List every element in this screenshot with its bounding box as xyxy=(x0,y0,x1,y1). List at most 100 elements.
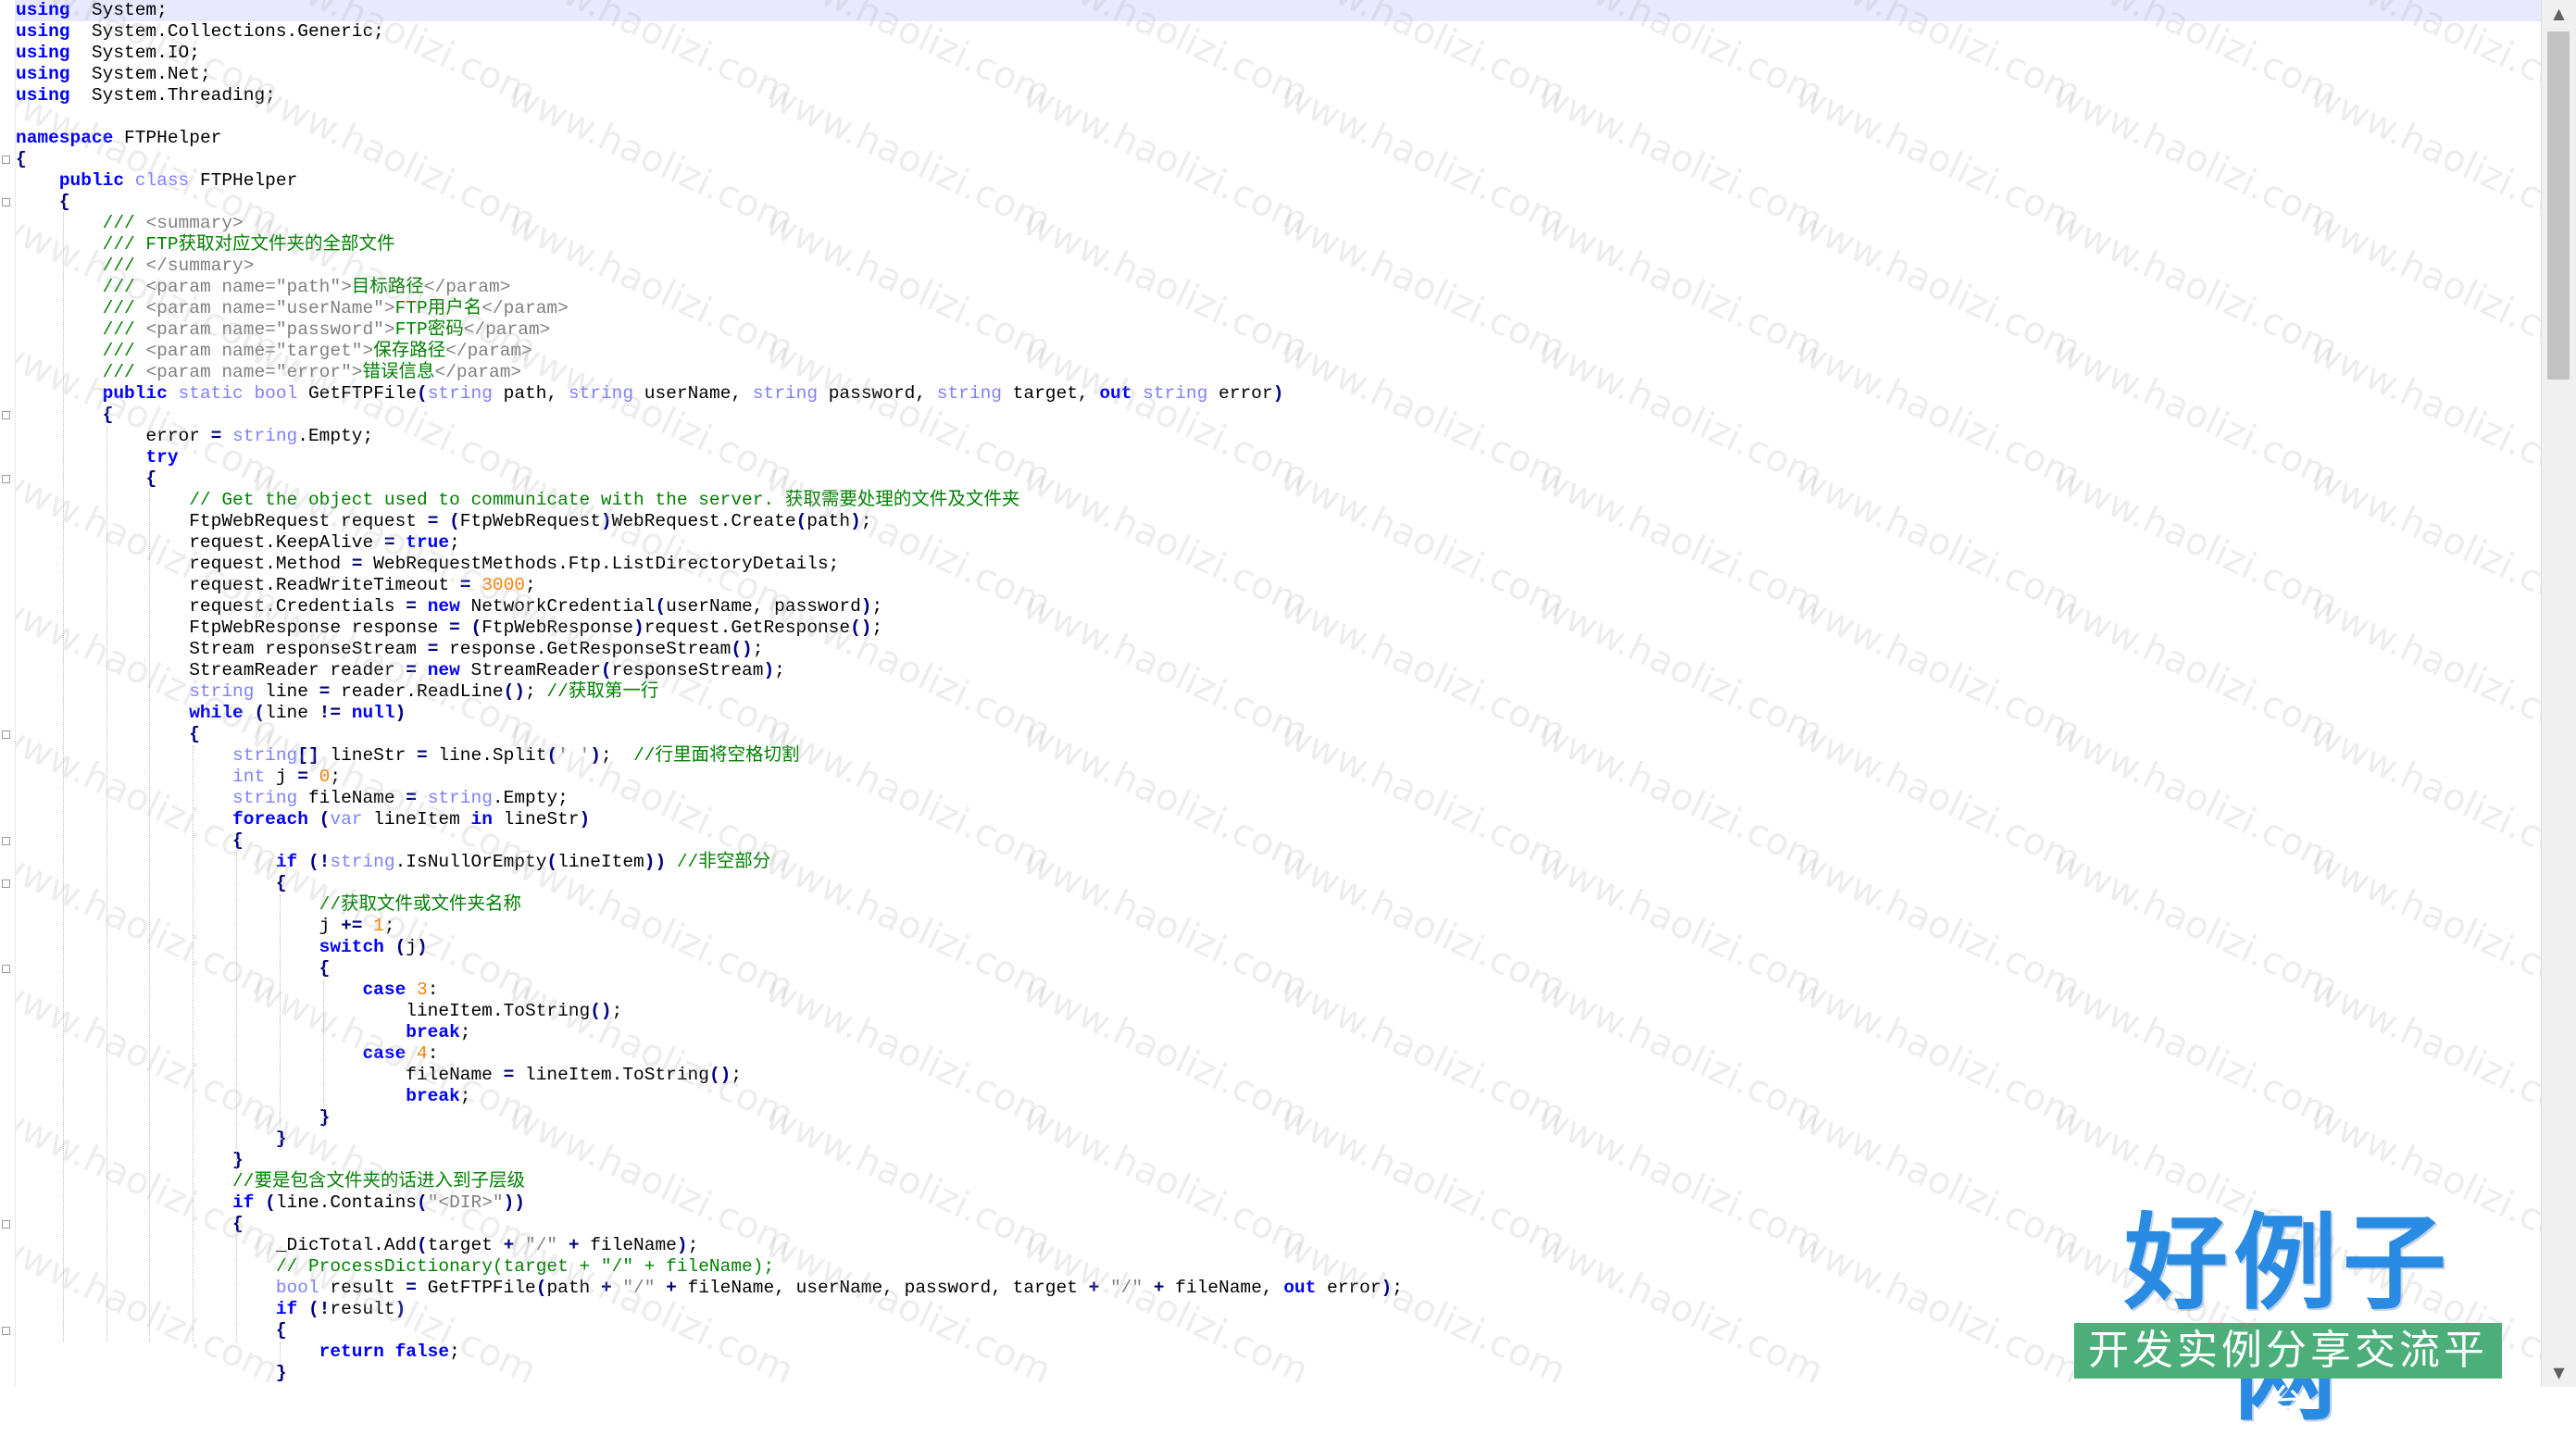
fold-margin[interactable] xyxy=(0,0,16,1387)
code-line[interactable]: string line = reader.ReadLine(); //获取第一行 xyxy=(16,681,2542,703)
scroll-up-arrow-icon[interactable]: ▲ xyxy=(2542,0,2576,28)
code-token: try xyxy=(145,447,179,468)
code-line[interactable]: error = string.Empty; xyxy=(16,426,2542,447)
code-line[interactable]: { xyxy=(16,192,2542,213)
fold-toggle-icon[interactable] xyxy=(2,198,10,206)
code-line[interactable]: string[] lineStr = line.Split(' '); //行里… xyxy=(16,745,2542,767)
fold-toggle-icon[interactable] xyxy=(2,730,10,739)
fold-toggle-icon[interactable] xyxy=(2,475,10,483)
code-line[interactable]: //获取文件或文件夹名称 xyxy=(16,894,2542,916)
code-line[interactable]: using System.Net; xyxy=(16,64,2542,85)
code-token: ) xyxy=(1381,1278,1393,1298)
code-line[interactable]: break; xyxy=(16,1022,2542,1043)
code-token: _DicTotal.Add xyxy=(16,1235,417,1255)
code-line[interactable]: /// <param name="error">错误信息</param> xyxy=(16,362,2542,383)
code-line[interactable]: /// <summary> xyxy=(16,213,2542,234)
code-token: )) xyxy=(503,1192,526,1213)
code-token: fileName xyxy=(16,1065,504,1085)
code-line[interactable]: try xyxy=(16,447,2542,468)
code-line[interactable]: using System.Collections.Generic; xyxy=(16,21,2542,43)
code-line[interactable]: case 4: xyxy=(16,1043,2542,1065)
fold-toggle-icon[interactable] xyxy=(2,156,10,164)
code-line[interactable]: request.Method = WebRequestMethods.Ftp.L… xyxy=(16,554,2542,575)
code-line[interactable]: /// <param name="password">FTP密码</param> xyxy=(16,319,2542,341)
code-line[interactable]: string fileName = string.Empty; xyxy=(16,788,2542,809)
code-token: ; xyxy=(687,1235,699,1255)
code-line[interactable]: if (!string.IsNullOrEmpty(lineItem)) //非… xyxy=(16,852,2542,873)
code-line[interactable]: //要是包含文件夹的话进入到子层级 xyxy=(16,1171,2542,1192)
code-line[interactable]: { xyxy=(16,468,2542,490)
code-line[interactable]: namespace FTPHelper xyxy=(16,128,2542,149)
code-line[interactable]: { xyxy=(16,830,2542,852)
code-line[interactable]: using System.IO; xyxy=(16,43,2542,64)
code-line[interactable]: case 3: xyxy=(16,980,2542,1001)
code-line[interactable]: Stream responseStream = response.GetResp… xyxy=(16,639,2542,660)
code-line[interactable]: } xyxy=(16,1129,2542,1150)
code-line[interactable]: request.ReadWriteTimeout = 3000; xyxy=(16,575,2542,596)
code-line[interactable]: // Get the object used to communicate wi… xyxy=(16,490,2542,511)
code-line[interactable]: FtpWebRequest request = (FtpWebRequest)W… xyxy=(16,511,2542,532)
code-line[interactable]: request.Credentials = new NetworkCredent… xyxy=(16,596,2542,618)
indent-guide xyxy=(62,213,64,1341)
code-line[interactable]: /// </summary> xyxy=(16,256,2542,277)
code-editor[interactable]: using System; using System.Collections.Ge… xyxy=(0,0,2542,1387)
code-area[interactable]: using System; using System.Collections.Ge… xyxy=(16,0,2542,1387)
fold-toggle-icon[interactable] xyxy=(2,411,10,419)
code-line[interactable]: using System; xyxy=(16,0,2542,21)
code-line[interactable]: fileName = lineItem.ToString(); xyxy=(16,1065,2542,1086)
code-token: ( xyxy=(600,660,612,680)
code-line[interactable]: /// <param name="userName">FTP用户名</param… xyxy=(16,298,2542,319)
code-line[interactable]: { xyxy=(16,405,2542,426)
code-token: ) xyxy=(394,1299,406,1319)
code-line[interactable]: int j = 0; xyxy=(16,767,2542,788)
code-line[interactable]: public class FTPHelper xyxy=(16,170,2542,192)
code-line[interactable]: lineItem.ToString(); xyxy=(16,1001,2542,1022)
code-token: = xyxy=(406,1278,417,1298)
fold-toggle-icon[interactable] xyxy=(2,880,10,888)
code-line[interactable]: } xyxy=(16,1107,2542,1129)
code-line[interactable]: StreamReader reader = new StreamReader(r… xyxy=(16,660,2542,681)
vertical-scrollbar[interactable]: ▲ ▼ xyxy=(2541,0,2576,1387)
code-line[interactable]: request.KeepAlive = true; xyxy=(16,532,2542,554)
code-line[interactable]: switch (j) xyxy=(16,937,2542,958)
code-line[interactable]: { xyxy=(16,724,2542,745)
code-token: System.Net; xyxy=(69,64,211,84)
code-line[interactable]: } xyxy=(16,1150,2542,1171)
code-line[interactable]: /// <param name="target">保存路径</param> xyxy=(16,341,2542,362)
code-token: (! xyxy=(307,852,331,872)
code-line[interactable]: j += 1; xyxy=(16,916,2542,937)
code-token: using xyxy=(16,0,70,20)
fold-toggle-icon[interactable] xyxy=(2,1327,10,1335)
code-line[interactable]: FtpWebResponse response = (FtpWebRespons… xyxy=(16,618,2542,639)
code-line[interactable]: foreach (var lineItem in lineStr) xyxy=(16,809,2542,830)
scroll-down-arrow-icon[interactable]: ▼ xyxy=(2542,1359,2576,1387)
code-line[interactable]: using System.Threading; xyxy=(16,85,2542,106)
code-token: error xyxy=(1207,383,1273,404)
scrollbar-thumb[interactable] xyxy=(2547,31,2570,380)
fold-toggle-icon[interactable] xyxy=(2,837,10,845)
code-line[interactable]: { xyxy=(16,958,2542,980)
code-line[interactable]: /// <param name="path">目标路径</param> xyxy=(16,277,2542,298)
code-line[interactable]: break; xyxy=(16,1086,2542,1107)
code-token: FtpWebResponse xyxy=(481,618,634,638)
code-token: result xyxy=(330,1299,395,1319)
code-token: ; xyxy=(459,1022,471,1042)
code-line[interactable]: { xyxy=(16,873,2542,894)
code-line[interactable]: public static bool GetFTPFile(string pat… xyxy=(16,383,2542,405)
code-line[interactable]: while (line != null) xyxy=(16,703,2542,724)
code-line[interactable] xyxy=(16,106,2542,128)
fold-toggle-icon[interactable] xyxy=(2,1220,10,1229)
code-line[interactable]: /// FTP获取对应文件夹的全部文件 xyxy=(16,234,2542,256)
code-token: using xyxy=(16,64,70,84)
fold-toggle-icon[interactable] xyxy=(2,965,10,973)
code-line[interactable]: { xyxy=(16,149,2542,170)
